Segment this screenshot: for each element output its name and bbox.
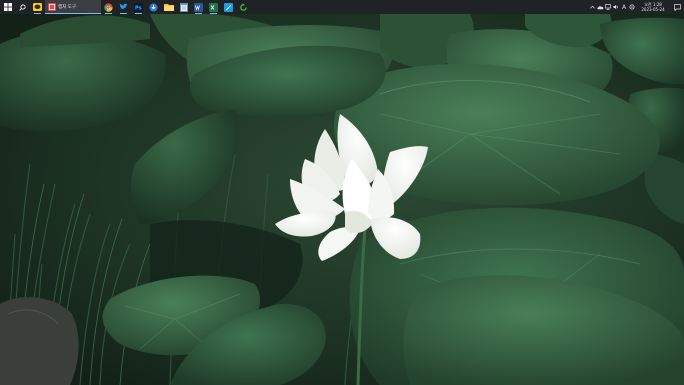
taskbar-app-word[interactable] bbox=[191, 0, 206, 14]
taskbar-app-kakaotalk[interactable] bbox=[30, 0, 45, 14]
kakaotalk-icon bbox=[33, 3, 42, 11]
desktop-wallpaper bbox=[0, 14, 684, 385]
snipping-tool-icon bbox=[48, 3, 56, 11]
network-icon bbox=[605, 4, 611, 10]
photoshop-icon: Ps bbox=[134, 2, 143, 12]
word-icon bbox=[194, 2, 203, 12]
taskbar-app-excel[interactable] bbox=[206, 0, 221, 14]
chrome-icon bbox=[104, 2, 113, 12]
file-explorer-icon bbox=[163, 4, 174, 11]
taskbar-app-file-explorer[interactable] bbox=[161, 0, 176, 14]
taskbar-app-twitter[interactable] bbox=[116, 0, 131, 14]
taskbar-app-store[interactable] bbox=[146, 0, 161, 14]
settings-icon bbox=[629, 4, 635, 10]
excel-icon bbox=[209, 2, 218, 12]
windows-logo-icon bbox=[3, 3, 12, 11]
clock-date: 2023-05-24 bbox=[641, 7, 665, 12]
volume-tray-button[interactable] bbox=[612, 0, 620, 14]
start-button[interactable] bbox=[0, 0, 15, 14]
settings-tray-button[interactable] bbox=[628, 0, 636, 14]
volume-icon bbox=[613, 4, 618, 10]
refresh-app-icon bbox=[240, 2, 247, 11]
taskbar-clock[interactable]: 오전 1:28 2023-05-24 bbox=[636, 0, 670, 14]
paint-icon bbox=[224, 2, 233, 12]
taskbar-task-snipping-tool[interactable]: 캡처 도구 bbox=[45, 0, 101, 14]
show-hidden-icons-button[interactable] bbox=[588, 0, 596, 14]
notification-icon bbox=[673, 3, 681, 11]
ime-indicator[interactable]: A bbox=[620, 0, 628, 14]
taskbar-app-photoshop[interactable]: Ps bbox=[131, 0, 146, 14]
taskbar: 캡처 도구 Ps A 오전 1:28 2023-05-24 bbox=[0, 0, 684, 14]
taskbar-app-notepad[interactable] bbox=[176, 0, 191, 14]
search-icon bbox=[19, 3, 26, 11]
ime-indicator-icon: A bbox=[621, 3, 627, 11]
desktop: 캡처 도구 Ps A 오전 1:28 2023-05-24 bbox=[0, 0, 684, 385]
taskbar-app-paint[interactable] bbox=[221, 0, 236, 14]
twitter-icon bbox=[119, 3, 128, 10]
cloud-icon bbox=[596, 5, 603, 9]
task-label: 캡처 도구 bbox=[58, 5, 76, 10]
onedrive-tray-button[interactable] bbox=[596, 0, 604, 14]
store-icon bbox=[149, 2, 158, 12]
network-tray-button[interactable] bbox=[604, 0, 612, 14]
search-button[interactable] bbox=[15, 0, 30, 14]
svg-text:Ps: Ps bbox=[135, 5, 142, 11]
taskbar-app-chrome[interactable] bbox=[101, 0, 116, 14]
notepad-icon bbox=[179, 2, 188, 12]
taskbar-app-refresh[interactable] bbox=[236, 0, 251, 14]
notification-center-button[interactable] bbox=[670, 0, 684, 14]
system-tray: A 오전 1:28 2023-05-24 bbox=[588, 0, 684, 14]
chevron-up-icon bbox=[589, 5, 595, 9]
rock bbox=[0, 297, 79, 385]
